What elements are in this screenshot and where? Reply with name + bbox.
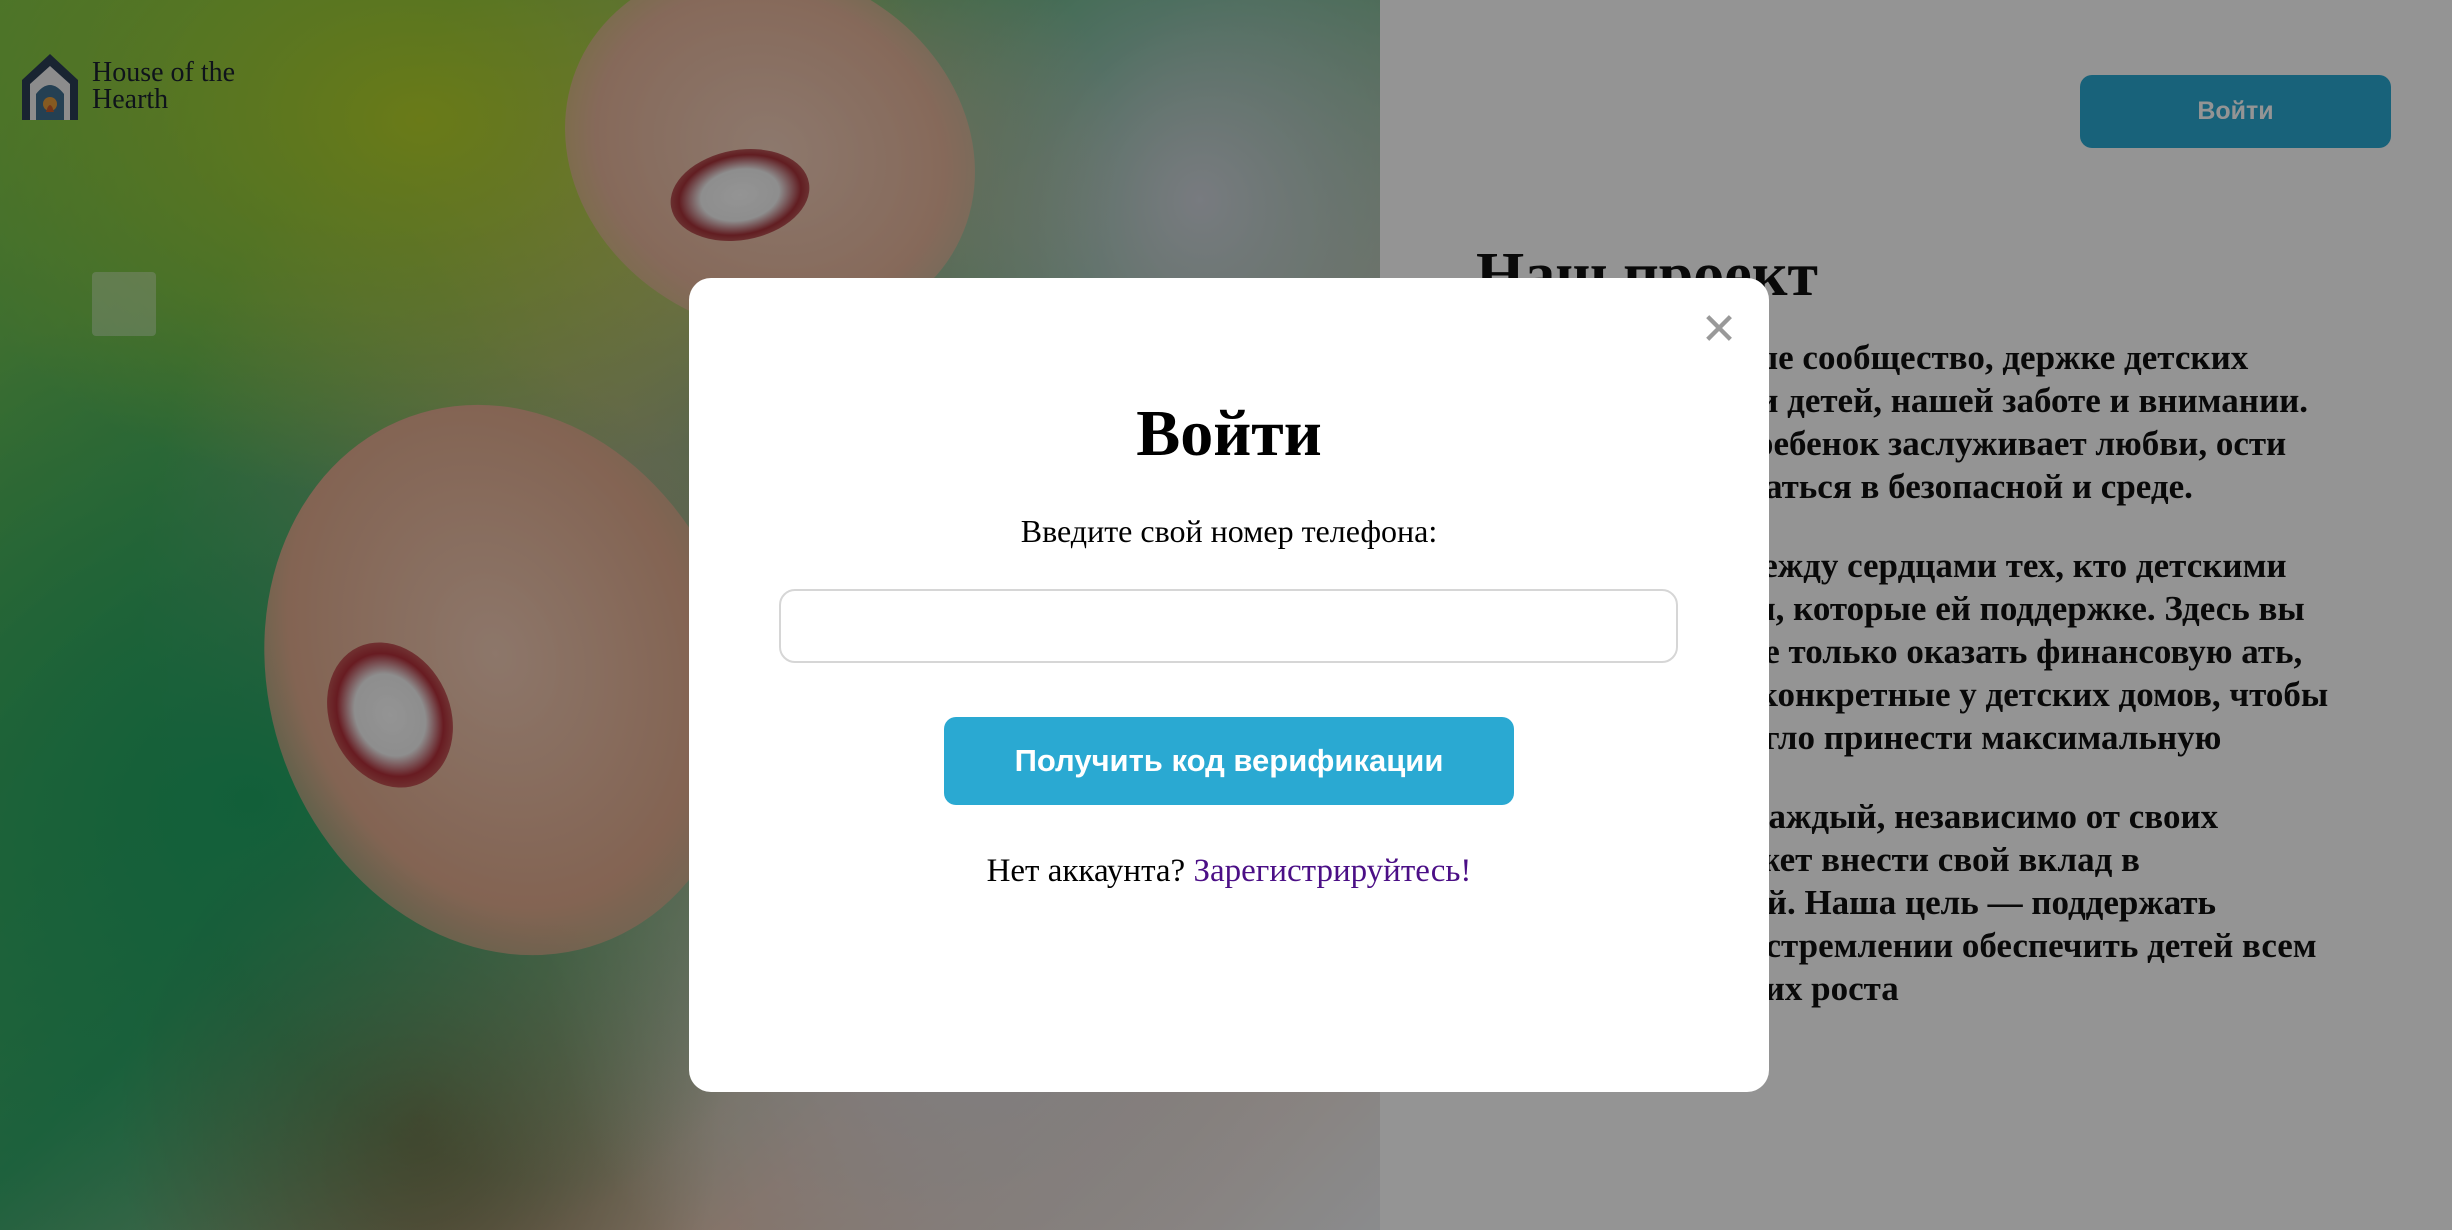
no-account-text: Нет аккаунта?: [986, 853, 1186, 889]
phone-input[interactable]: [779, 589, 1678, 663]
register-prompt: Нет аккаунта? Зарегистрируйтесь!: [689, 850, 1769, 892]
login-modal: ✕ Войти Введите свой номер телефона: Пол…: [689, 278, 1769, 1092]
get-verification-code-button[interactable]: Получить код верификации: [944, 717, 1514, 805]
register-link[interactable]: Зарегистрируйтесь!: [1193, 853, 1471, 889]
modal-title: Войти: [1136, 397, 1322, 470]
close-icon[interactable]: ✕: [1695, 306, 1743, 354]
phone-label: Введите свой номер телефона:: [1020, 513, 1438, 549]
